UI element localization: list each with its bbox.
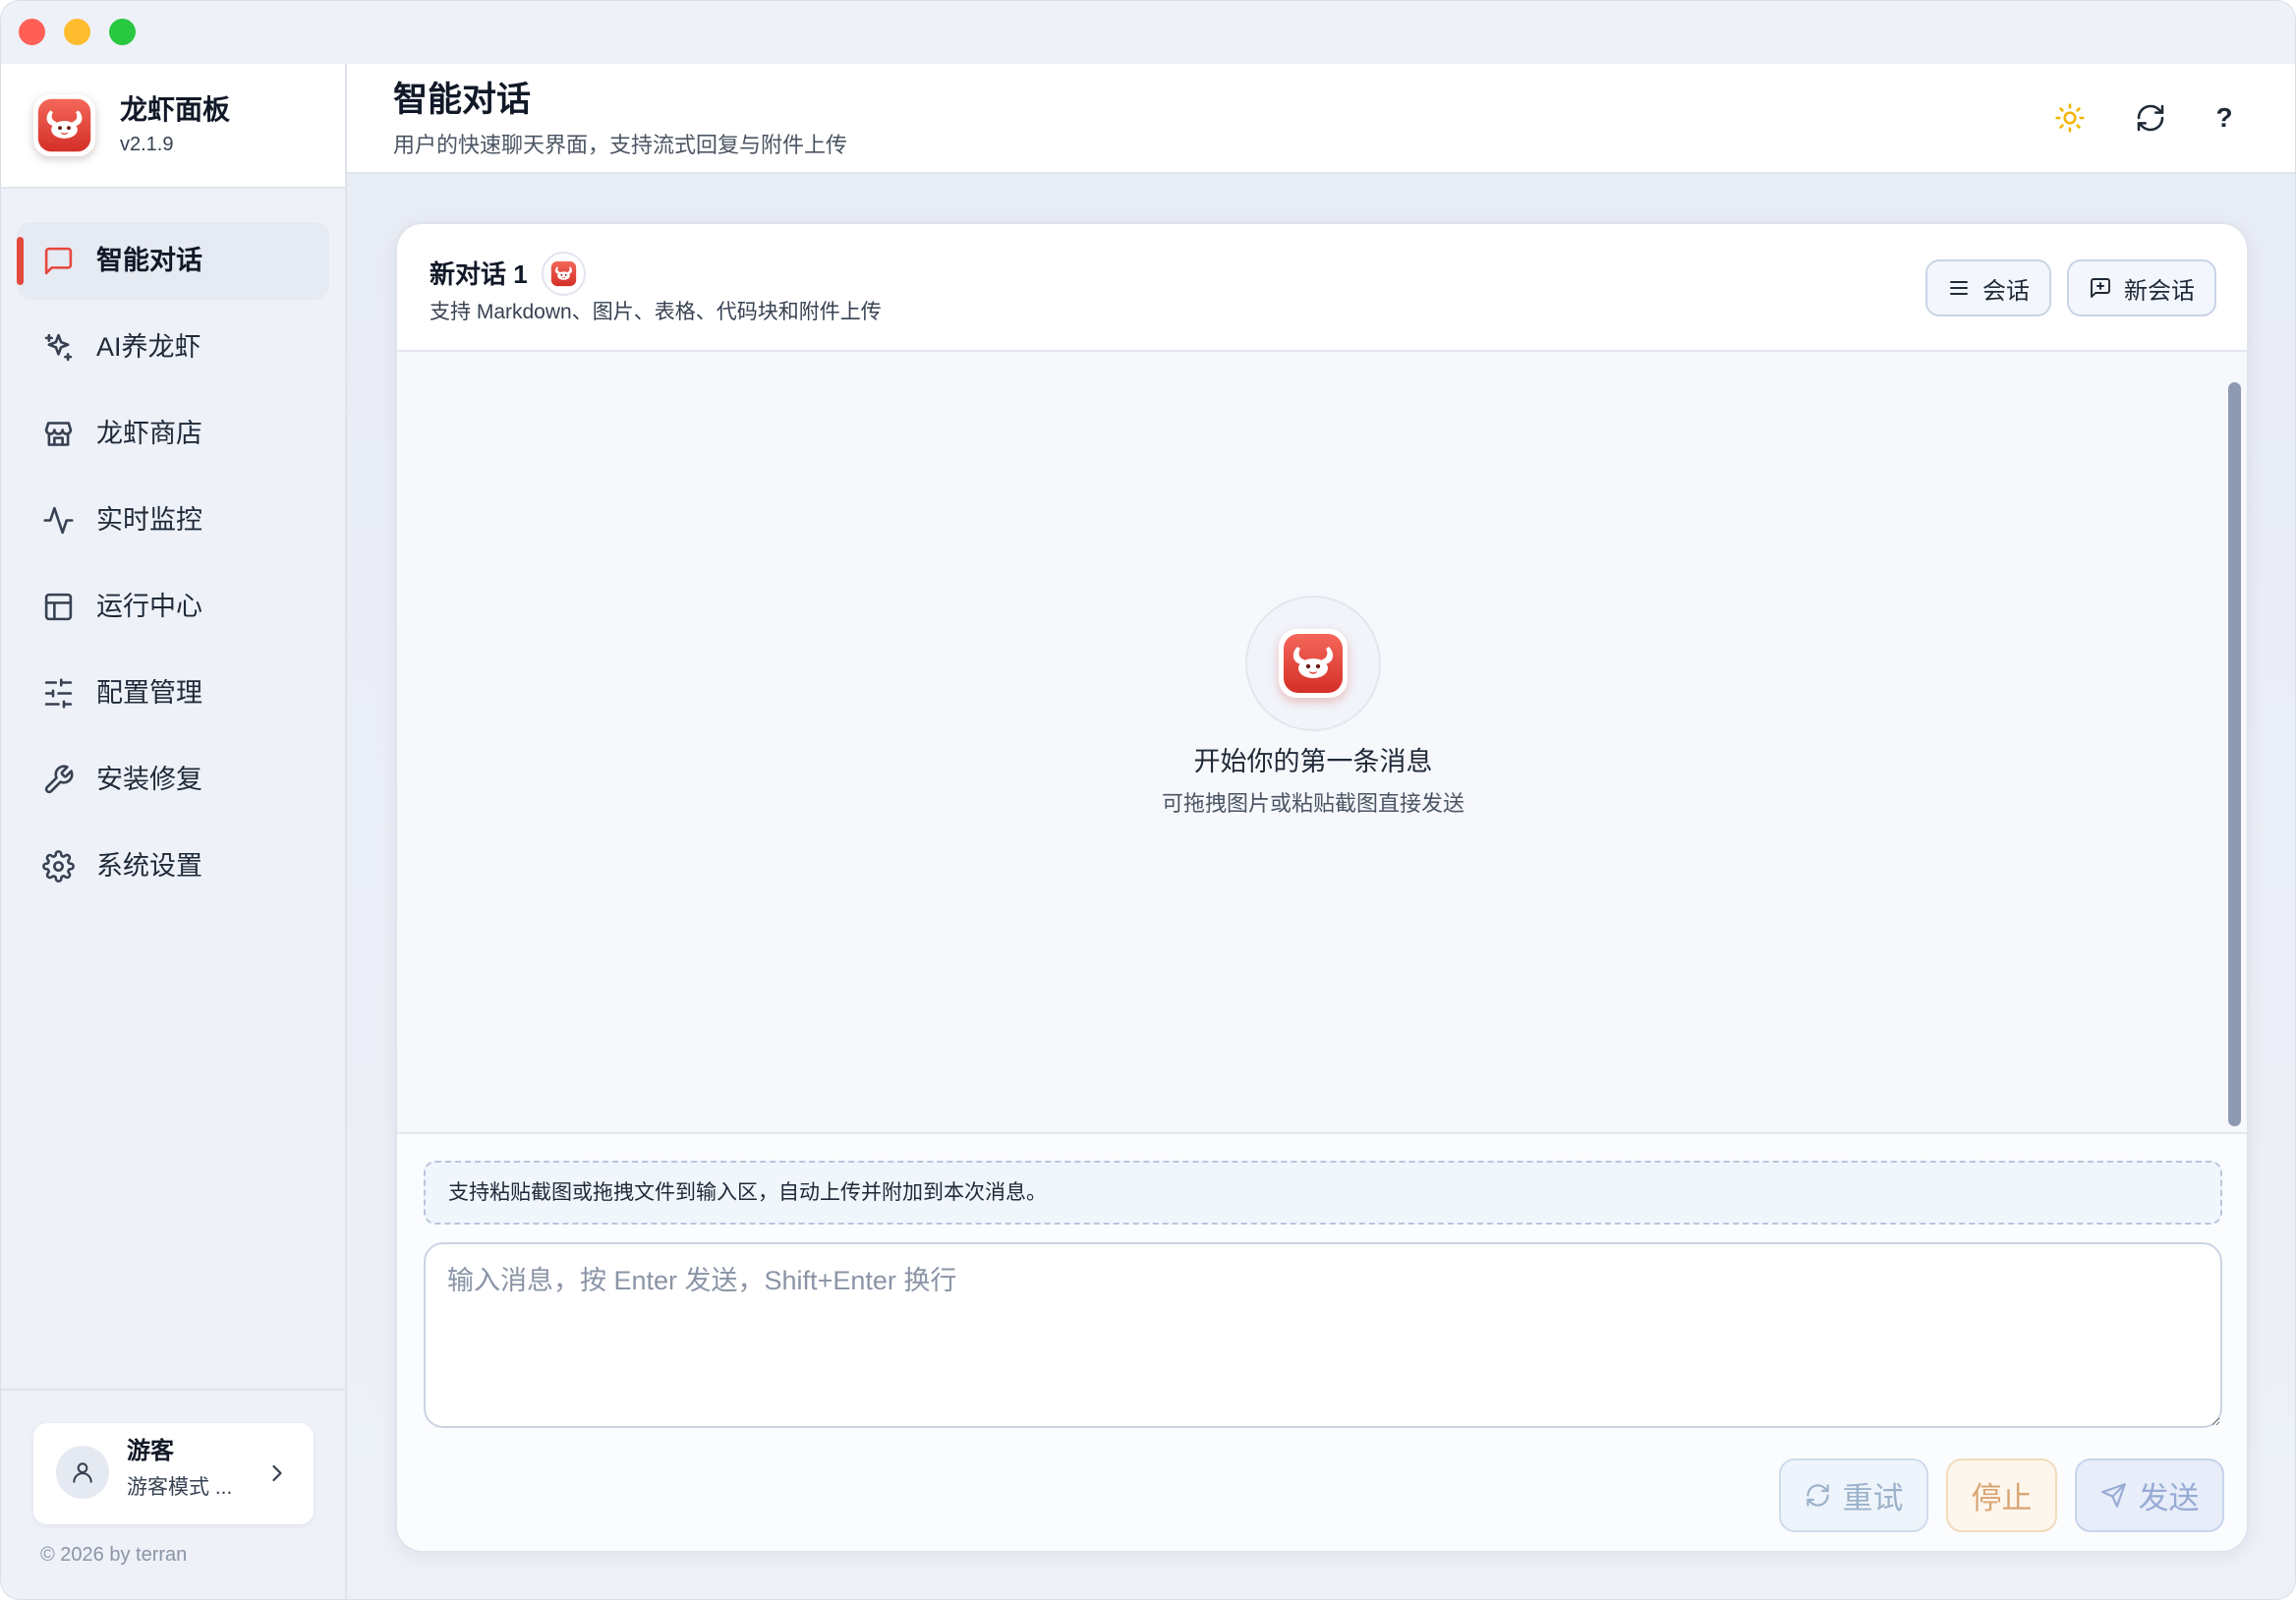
send-button-label: 发送	[2138, 1481, 2200, 1515]
list-icon	[1950, 281, 1968, 295]
new-session-button-label: 新会话	[2124, 277, 2195, 305]
help-button[interactable]: ?	[2209, 99, 2240, 137]
assistant-avatar	[541, 252, 586, 296]
lobster-logo-icon	[550, 260, 577, 287]
avatar	[56, 1446, 109, 1499]
sparkles-icon	[44, 333, 73, 362]
sidebar-item-monitor[interactable]: 实时监控	[17, 482, 329, 559]
user-card[interactable]: 游客 游客模式 ...	[33, 1423, 314, 1524]
chat-title: 新对话 1	[430, 258, 528, 289]
sidebar-item-label: 实时监控	[96, 505, 202, 535]
composer: 支持粘贴截图或拖拽文件到输入区，自动上传并附加到本次消息。 重试 停止 发送	[397, 1132, 2247, 1551]
chat-title-row: 新对话 1	[430, 252, 586, 296]
message-input[interactable]	[424, 1242, 2222, 1428]
sidebar-item-label: 安装修复	[96, 765, 202, 794]
sidebar-divider	[1, 1389, 345, 1391]
app-version: v2.1.9	[120, 134, 174, 155]
sessions-button[interactable]: 会话	[1925, 259, 2051, 316]
empty-state: 开始你的第一条消息 可拖拽图片或粘贴截图直接发送	[397, 596, 2229, 818]
wrench-icon	[44, 765, 74, 794]
empty-state-avatar	[1245, 596, 1381, 731]
sidebar: 龙虾面板 v2.1.9 智能对话 AI养龙虾 龙虾商店 实时监控 运行中心 配置…	[1, 64, 347, 1599]
retry-button-label: 重试	[1842, 1481, 1904, 1515]
sidebar-item-label: 智能对话	[96, 246, 202, 275]
chat-card: 新对话 1 支持 Markdown、图片、表格、代码块和附件上传 会话 新会话	[395, 222, 2249, 1553]
app-window: 龙虾面板 v2.1.9 智能对话 AI养龙虾 龙虾商店 实时监控 运行中心 配置…	[0, 0, 2296, 1600]
user-name: 游客	[127, 1438, 174, 1464]
sidebar-item-ai-raise-lobster[interactable]: AI养龙虾	[17, 309, 329, 386]
retry-button[interactable]: 重试	[1779, 1458, 1928, 1532]
store-icon	[44, 422, 73, 446]
page-title: 智能对话	[393, 81, 532, 119]
stop-button-label: 停止	[1971, 1481, 2033, 1515]
settings-icon	[42, 850, 75, 883]
sidebar-item-install-repair[interactable]: 安装修复	[17, 741, 329, 819]
lobster-logo-icon	[1279, 629, 1348, 698]
sidebar-item-label: 配置管理	[96, 678, 202, 708]
stop-button[interactable]: 停止	[1946, 1458, 2057, 1532]
layout-panel-icon	[44, 593, 73, 621]
message-list[interactable]: 开始你的第一条消息 可拖拽图片或粘贴截图直接发送	[397, 352, 2247, 1132]
sun-icon[interactable]	[2054, 102, 2086, 134]
empty-state-title: 开始你的第一条消息	[1193, 747, 1433, 776]
sidebar-item-label: 运行中心	[96, 592, 202, 621]
sidebar-item-settings[interactable]: 系统设置	[17, 828, 329, 905]
active-indicator	[17, 237, 24, 285]
title-bar	[1, 1, 2295, 64]
sidebar-item-label: 系统设置	[96, 851, 202, 881]
sidebar-item-config[interactable]: 配置管理	[17, 655, 329, 732]
sidebar-nav: 智能对话 AI养龙虾 龙虾商店 实时监控 运行中心 配置管理 安装修复 系统设置	[17, 222, 329, 914]
copyright: © 2026 by terran	[40, 1544, 188, 1566]
new-session-button[interactable]: 新会话	[2067, 259, 2216, 316]
chat-card-header: 新对话 1 支持 Markdown、图片、表格、代码块和附件上传 会话 新会话	[397, 224, 2247, 352]
scrollbar[interactable]	[2228, 382, 2241, 1126]
send-button[interactable]: 发送	[2075, 1458, 2224, 1532]
main-header: 智能对话 用户的快速聊天界面，支持流式回复与附件上传 ?	[347, 64, 2295, 174]
sidebar-item-label: AI养龙虾	[96, 332, 201, 362]
chevron-right-icon	[272, 1464, 282, 1482]
zoom-window-button[interactable]	[109, 19, 136, 45]
minimize-window-button[interactable]	[64, 19, 90, 45]
user-icon	[73, 1462, 92, 1483]
sidebar-item-store[interactable]: 龙虾商店	[17, 395, 329, 473]
chat-subtitle: 支持 Markdown、图片、表格、代码块和附件上传	[430, 301, 882, 323]
send-icon	[2100, 1483, 2126, 1508]
chat-header-actions: 会话 新会话	[1925, 259, 2216, 316]
activity-icon	[43, 506, 74, 535]
message-plus-icon	[2091, 278, 2110, 298]
attachment-dropzone[interactable]: 支持粘贴截图或拖拽文件到输入区，自动上传并附加到本次消息。	[424, 1161, 2222, 1225]
brand-header: 龙虾面板 v2.1.9	[1, 64, 345, 189]
user-mode: 游客模式 ...	[127, 1476, 233, 1499]
lobster-logo-icon	[33, 94, 95, 156]
sidebar-item-run-center[interactable]: 运行中心	[17, 568, 329, 646]
sidebar-item-label: 龙虾商店	[96, 419, 202, 448]
page-subtitle: 用户的快速聊天界面，支持流式回复与附件上传	[393, 133, 848, 157]
empty-state-hint: 可拖拽图片或粘贴截图直接发送	[1161, 791, 1464, 816]
sliders-icon	[44, 678, 73, 709]
message-square-icon	[44, 247, 73, 275]
close-window-button[interactable]	[19, 19, 45, 45]
sidebar-item-chat[interactable]: 智能对话	[17, 222, 329, 300]
sessions-button-label: 会话	[1982, 277, 2030, 305]
app-name: 龙虾面板	[120, 94, 231, 125]
refresh-icon[interactable]	[2135, 102, 2166, 134]
refresh-cw-icon	[1806, 1484, 1829, 1507]
